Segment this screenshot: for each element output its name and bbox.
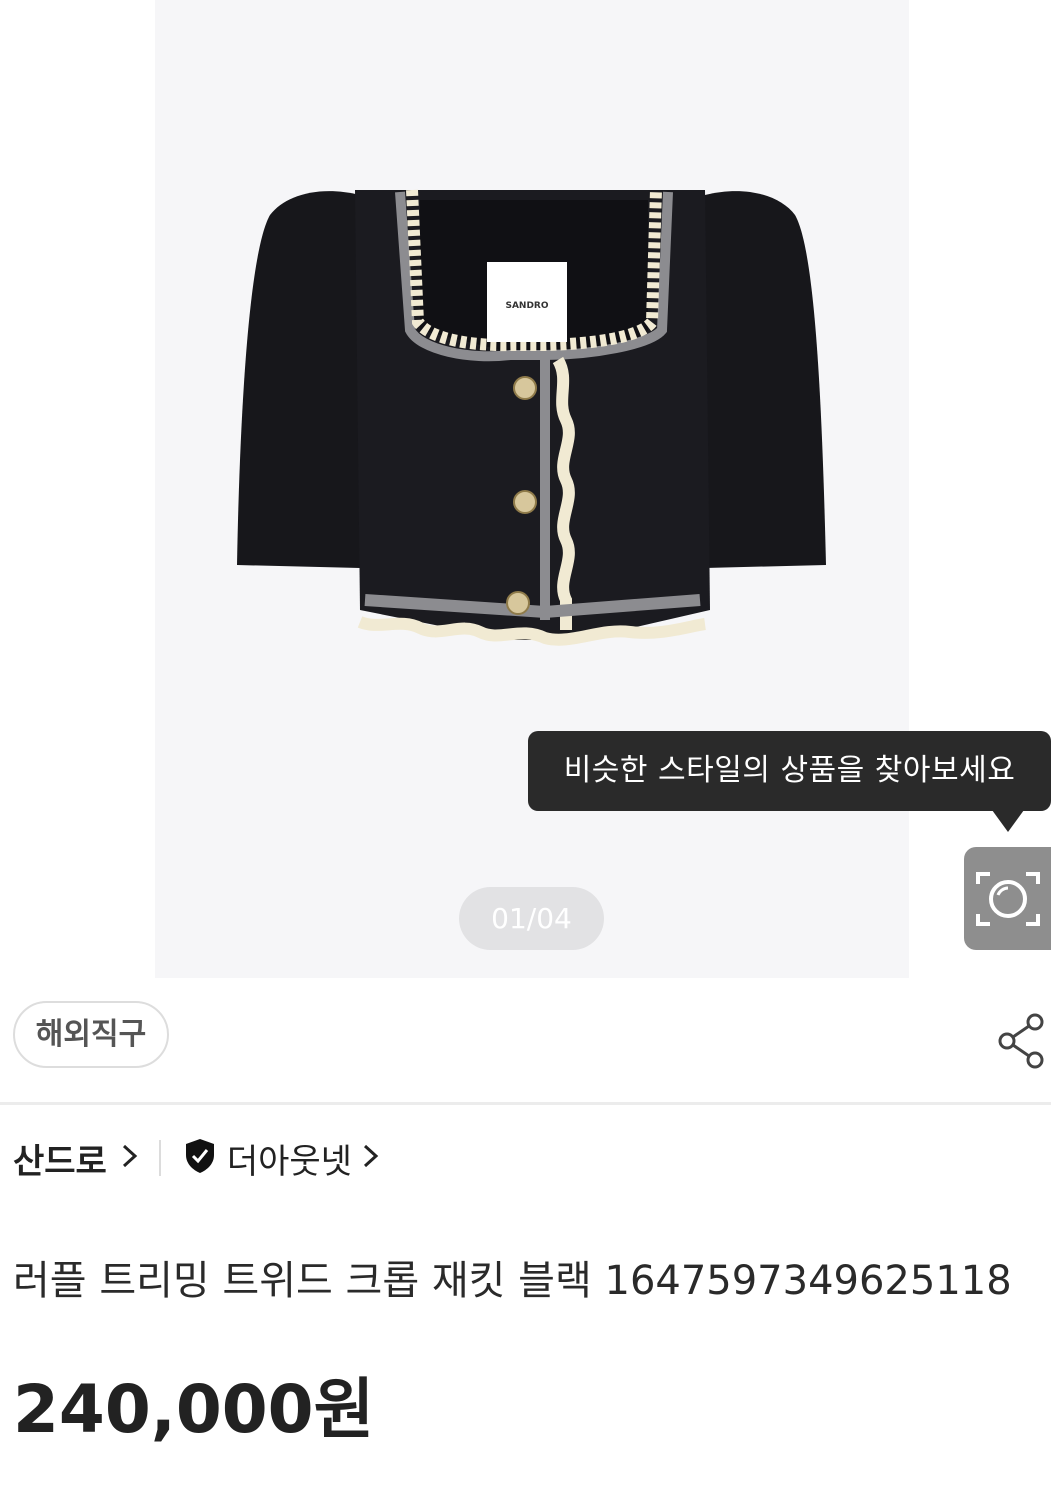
image-search-button[interactable] xyxy=(964,847,1051,950)
brand-label-text: SANDRO xyxy=(505,301,548,311)
brand-link[interactable]: 산드로 xyxy=(13,1134,107,1183)
jacket-button xyxy=(506,591,530,615)
jacket-image: SANDRO xyxy=(237,189,826,646)
right-sleeve xyxy=(705,191,826,568)
overseas-direct-badge: 해외직구 xyxy=(13,1001,169,1068)
product-photo[interactable]: SANDRO xyxy=(155,0,909,978)
image-counter: 01/04 xyxy=(459,887,604,950)
jacket-button xyxy=(513,490,537,514)
camera-lens-icon xyxy=(975,871,1040,926)
jacket-button xyxy=(513,376,537,400)
left-sleeve xyxy=(237,191,360,568)
chevron-right-icon xyxy=(121,1141,139,1175)
section-divider xyxy=(0,1102,1051,1105)
product-price: 240,000원 xyxy=(13,1371,375,1448)
tooltip-tail xyxy=(992,810,1024,832)
chevron-right-icon xyxy=(362,1141,380,1175)
similar-style-tooltip: 비슷한 스타일의 상품을 찾아보세요 xyxy=(528,731,1051,811)
seller-link[interactable]: 더아웃넷 xyxy=(227,1134,352,1183)
breadcrumb: 산드로 더아웃넷 xyxy=(13,1132,380,1184)
tooltip-text: 비슷한 스타일의 상품을 찾아보세요 xyxy=(563,753,1016,788)
product-title: 러플 트리밍 트위드 크롭 재킷 블랙 1647597349625118 xyxy=(13,1258,1012,1304)
share-icon xyxy=(998,1013,1044,1069)
breadcrumb-separator xyxy=(158,1140,161,1176)
product-image-carousel[interactable]: SANDRO 비슷한 스타일의 상품을 찾아보세요 01/04 xyxy=(0,0,1051,980)
verified-shield-icon xyxy=(183,1137,217,1179)
share-button[interactable] xyxy=(995,1012,1047,1070)
